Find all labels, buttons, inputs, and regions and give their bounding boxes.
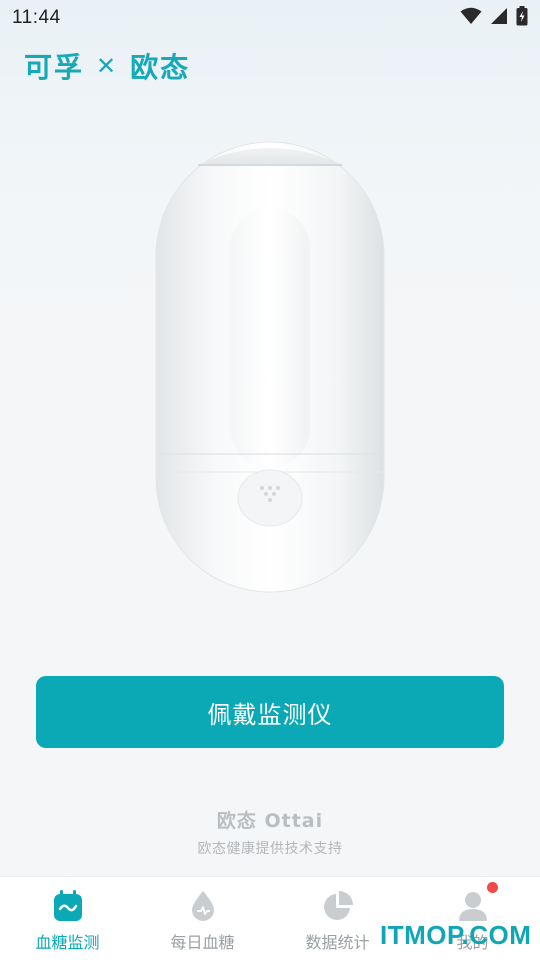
user-icon bbox=[456, 889, 490, 923]
tab-label: 血糖监测 bbox=[35, 933, 100, 952]
status-time: 11:44 bbox=[12, 7, 61, 28]
wear-monitor-button[interactable]: 佩戴监测仪 bbox=[36, 676, 504, 748]
footer-tagline: 欧态健康提供技术支持 bbox=[197, 841, 343, 857]
tab-label: 数据统计 bbox=[305, 933, 370, 952]
signal-icon bbox=[490, 7, 508, 29]
tab-glucose-monitor[interactable]: 血糖监测 bbox=[0, 877, 135, 960]
tab-daily-glucose[interactable]: 每日血糖 bbox=[135, 877, 270, 960]
pie-chart-icon bbox=[321, 889, 355, 923]
glucose-monitor-icon bbox=[51, 889, 85, 923]
device-image bbox=[150, 140, 390, 595]
blood-drop-icon bbox=[186, 889, 220, 923]
wifi-icon bbox=[460, 7, 482, 29]
status-icons bbox=[460, 6, 528, 30]
notification-badge bbox=[487, 882, 498, 893]
footer-brand: 欧态 Ottai bbox=[216, 810, 324, 832]
tab-label: 每日血糖 bbox=[170, 933, 235, 952]
brand-kefu: 可孚 bbox=[24, 51, 85, 84]
status-bar: 11:44 bbox=[0, 0, 540, 36]
battery-icon bbox=[516, 6, 528, 30]
brand-logo: 可孚 ✕ 欧态 bbox=[24, 46, 190, 86]
watermark: ITMOP.COM bbox=[380, 920, 532, 950]
brand-ottai: 欧态 bbox=[130, 51, 191, 84]
brand-separator: ✕ bbox=[96, 52, 119, 80]
